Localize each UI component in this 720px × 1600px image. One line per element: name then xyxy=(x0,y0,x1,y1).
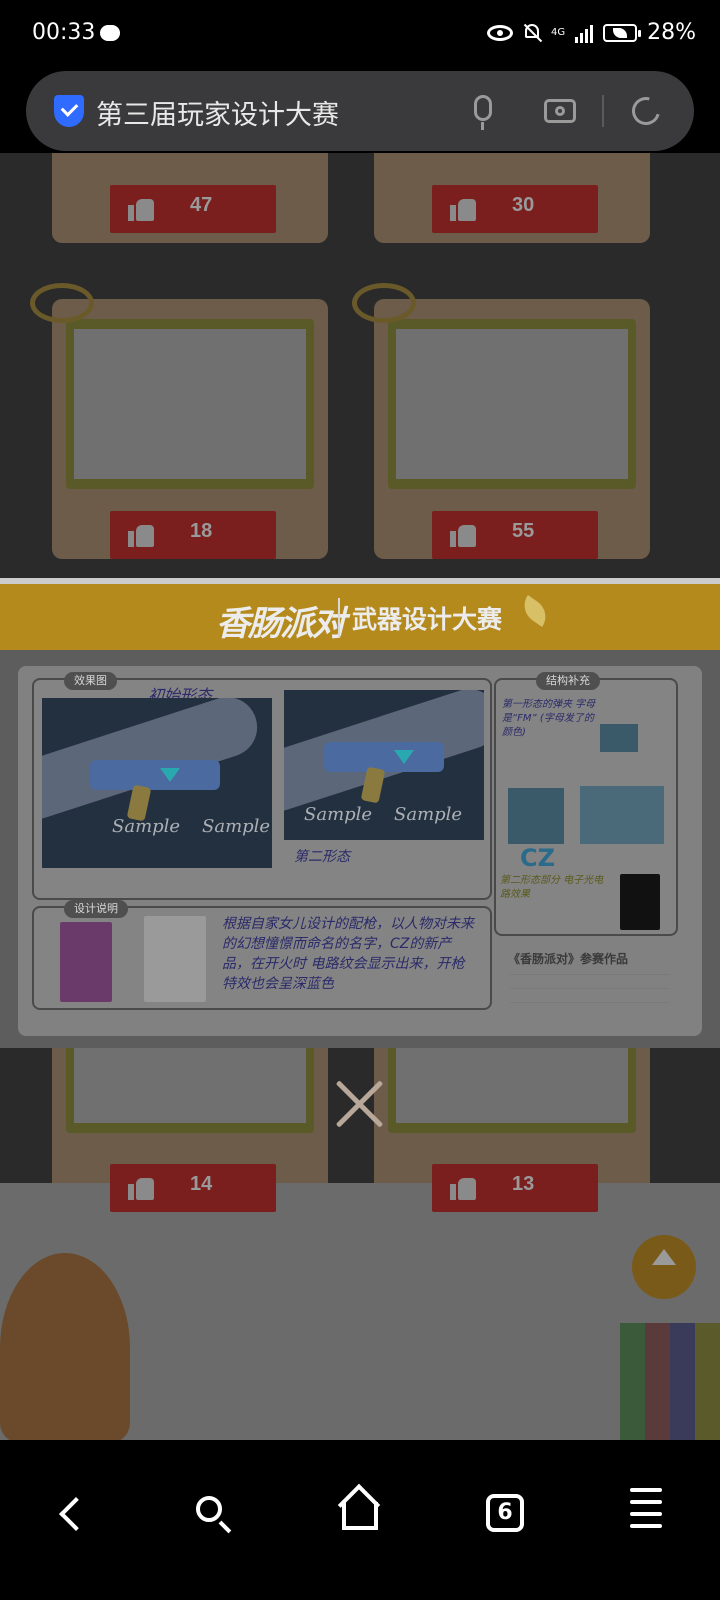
address-bar-divider xyxy=(602,95,604,127)
home-icon[interactable] xyxy=(326,1480,396,1550)
design-sheet: 效果图 初始形态 Sample Sample Sample Sample 第二形… xyxy=(18,666,702,1036)
search-icon[interactable] xyxy=(180,1480,250,1550)
menu-icon[interactable] xyxy=(612,1480,682,1550)
like-button[interactable]: 18 xyxy=(110,511,276,559)
entry-info-lines xyxy=(510,974,670,1014)
like-count: 55 xyxy=(512,520,535,542)
status-bar: 00:33 4G 28% xyxy=(0,0,720,70)
like-button[interactable]: 55 xyxy=(432,511,598,559)
mute-bell-icon xyxy=(523,22,541,44)
scroll-to-top-button[interactable] xyxy=(632,1235,696,1299)
structure-note-2: 第二形态部分 电子光电路效果 xyxy=(500,875,604,900)
network-type: 4G xyxy=(550,26,566,38)
reference-caption: 《香肠派对》参赛作品 xyxy=(508,952,629,966)
battery-percent: 28% xyxy=(647,20,696,45)
sample-watermark: Sample xyxy=(394,804,463,825)
gun-image xyxy=(90,760,220,790)
mascot-illustration xyxy=(0,1253,130,1440)
thumbs-up-icon xyxy=(128,1174,154,1200)
like-button[interactable]: 14 xyxy=(110,1164,276,1212)
bottom-navigation: 6 xyxy=(0,1440,720,1600)
like-count: 14 xyxy=(190,1173,213,1195)
character-silhouette xyxy=(620,874,660,930)
status-time: 00:33 xyxy=(32,20,96,45)
like-count: 30 xyxy=(512,194,535,216)
notification-dot xyxy=(630,1488,662,1492)
thumbs-up-icon xyxy=(128,195,154,221)
structure-sketch-2 xyxy=(580,786,664,844)
sample-watermark: Sample xyxy=(202,816,271,837)
refresh-icon[interactable] xyxy=(626,91,666,131)
books-illustration xyxy=(620,1323,720,1440)
like-count: 13 xyxy=(512,1173,535,1195)
back-icon[interactable] xyxy=(38,1480,108,1550)
panel-label-design: 设计说明 xyxy=(64,900,128,918)
panel-label-structure: 结构补充 xyxy=(536,672,600,690)
thumbs-up-icon xyxy=(128,521,154,547)
page-title[interactable]: 第三届玩家设计大赛 xyxy=(96,93,339,132)
design-panel: 设计说明 根据自家女儿设计的配枪，以人物对未来的幻想憧憬而命名的名字，CZ的新产… xyxy=(32,900,492,1010)
like-count: 18 xyxy=(190,520,213,542)
form2-note: 第二形态 xyxy=(294,849,350,865)
status-indicators: 4G 28% xyxy=(486,20,696,45)
gun-render-form2: Sample Sample xyxy=(284,690,484,840)
image-preview-modal[interactable]: 香肠派对 武器设计大赛 效果图 初始形态 Sample Sample Sampl… xyxy=(0,578,720,1048)
tabs-button[interactable]: 6 xyxy=(470,1480,540,1550)
like-button[interactable]: 30 xyxy=(432,185,598,233)
banner-divider xyxy=(338,598,340,638)
like-button[interactable]: 13 xyxy=(432,1164,598,1212)
microphone-icon[interactable] xyxy=(474,95,492,130)
shield-check-icon xyxy=(54,95,84,127)
gun-render-form1: Sample Sample xyxy=(42,698,272,868)
structure-panel: 结构补充 第一形态的弹夹 字母是“FM” (字母发了的颜色) CZ 第二形态部分… xyxy=(494,672,678,936)
brand-logo: 香肠派对 xyxy=(216,604,346,644)
close-icon[interactable] xyxy=(333,1077,387,1131)
address-bar[interactable]: 第三届玩家设计大赛 xyxy=(26,71,694,151)
contest-title: 武器设计大赛 xyxy=(352,605,503,634)
panel-label-effect: 效果图 xyxy=(64,672,117,690)
cz-logo: CZ xyxy=(520,844,556,872)
sample-watermark: Sample xyxy=(304,804,373,825)
tab-count: 6 xyxy=(486,1494,524,1532)
magazine-sketch xyxy=(600,724,638,752)
thumbs-up-icon xyxy=(450,195,476,221)
gun-image xyxy=(324,742,444,772)
camera-icon[interactable] xyxy=(544,99,576,123)
character-art-1 xyxy=(60,922,112,1002)
structure-note-1: 第一形态的弹夹 字母是“FM” (字母发了的颜色) xyxy=(502,699,596,738)
character-art-2 xyxy=(144,916,206,1002)
like-button[interactable]: 47 xyxy=(110,185,276,233)
like-count: 47 xyxy=(190,194,213,216)
contest-banner: 香肠派对 武器设计大赛 xyxy=(0,578,720,650)
design-description: 根据自家女儿设计的配枪，以人物对未来的幻想憧憬而命名的名字，CZ的新产品，在开火… xyxy=(222,916,474,992)
signal-icon xyxy=(575,23,594,43)
card-ring xyxy=(352,283,416,323)
card-ring xyxy=(30,283,94,323)
chat-bubble-icon xyxy=(100,25,120,41)
battery-icon xyxy=(603,23,642,42)
thumbs-up-icon xyxy=(450,521,476,547)
sample-watermark: Sample xyxy=(112,816,181,837)
leaf-decoration xyxy=(517,595,553,627)
structure-sketch-1 xyxy=(508,788,564,844)
eye-icon xyxy=(486,24,513,41)
thumbs-up-icon xyxy=(450,1174,476,1200)
effect-panel: 效果图 初始形态 Sample Sample Sample Sample 第二形… xyxy=(32,672,492,900)
